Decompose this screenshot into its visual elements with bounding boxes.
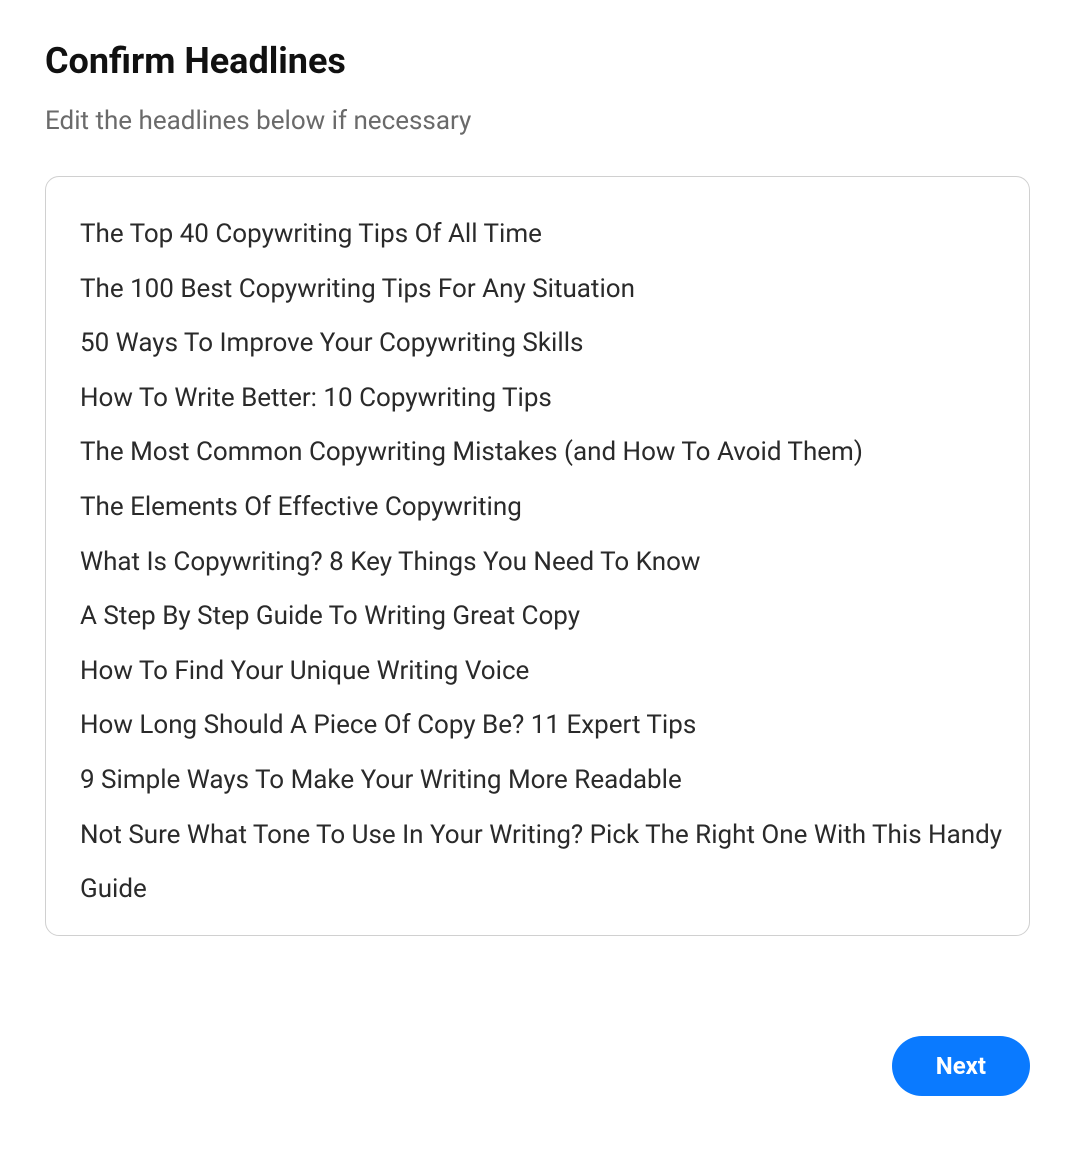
page-subtitle: Edit the headlines below if necessary (45, 106, 1030, 136)
next-button[interactable]: Next (892, 1036, 1030, 1096)
footer-bar: Next (45, 1036, 1030, 1096)
page-title: Confirm Headlines (45, 40, 1030, 82)
headlines-editor[interactable]: The Top 40 Copywriting Tips Of All Time … (45, 176, 1030, 936)
